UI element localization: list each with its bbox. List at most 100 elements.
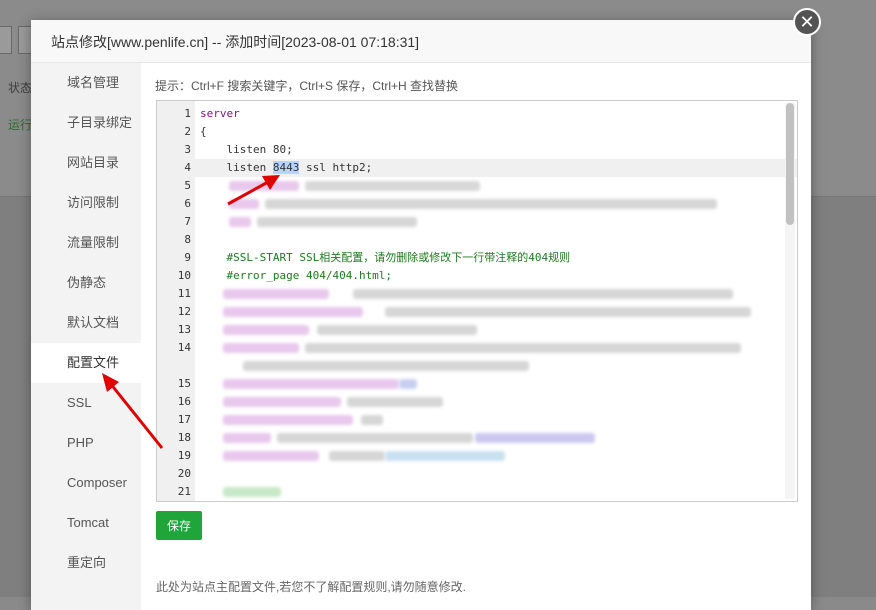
code-line-redacted: 18 [157, 429, 797, 447]
redacted-text [399, 379, 417, 389]
code-text-prefix: listen [200, 161, 273, 174]
line-number: 5 [184, 179, 191, 192]
sidebar-item-access-limit[interactable]: 访问限制 [31, 183, 141, 223]
code-text: server [200, 107, 240, 120]
sidebar-item-traffic-limit[interactable]: 流量限制 [31, 223, 141, 263]
code-text: listen 80; [200, 143, 293, 156]
redacted-text [229, 181, 299, 191]
line-number: 16 [177, 395, 191, 408]
redacted-text [229, 199, 259, 209]
redacted-text [223, 397, 341, 407]
redacted-text [361, 415, 383, 425]
code-line-redacted: 11 [157, 285, 797, 303]
code-text: { [200, 125, 207, 138]
redacted-text [329, 451, 385, 461]
code-line-redacted: 21 [157, 483, 797, 501]
code-comment: #error_page 404/404.html; [200, 269, 393, 282]
modal-header: 站点修改[www.penlife.cn] -- 添加时间[2023-08-01 … [31, 20, 811, 63]
redacted-text [223, 379, 399, 389]
line-number: 11 [177, 287, 191, 300]
line-number: 17 [177, 413, 191, 426]
code-editor[interactable]: 1 server 2 { 3 listen 80; 4 listen 8443 … [156, 100, 798, 502]
code-line: 9 #SSL-START SSL相关配置，请勿删除或修改下一行带注释的404规则 [157, 249, 797, 267]
settings-sidebar: 域名管理 子目录绑定 网站目录 访问限制 流量限制 伪静态 默认文档 配置文件 … [31, 63, 141, 610]
redacted-text [223, 451, 319, 461]
sidebar-item-redirect[interactable]: 重定向 [31, 543, 141, 583]
redacted-text [223, 325, 309, 335]
sidebar-item-config-file[interactable]: 配置文件 [31, 343, 141, 383]
code-text-suffix: ssl http2; [299, 161, 373, 174]
save-button[interactable]: 保存 [156, 511, 202, 540]
redacted-text [257, 217, 417, 227]
line-number: 2 [184, 125, 191, 138]
close-icon[interactable]: ✕ [793, 8, 821, 36]
redacted-text [353, 289, 733, 299]
sidebar-item-subdirectory[interactable]: 子目录绑定 [31, 103, 141, 143]
redacted-text [317, 325, 477, 335]
line-number: 15 [177, 377, 191, 390]
redacted-text [223, 415, 353, 425]
sidebar-item-rewrite[interactable]: 伪静态 [31, 263, 141, 303]
code-line-redacted: 17 [157, 411, 797, 429]
sidebar-item-domain[interactable]: 域名管理 [31, 63, 141, 103]
code-line-redacted: 19 [157, 447, 797, 465]
line-number: 3 [184, 143, 191, 156]
line-number: 13 [177, 323, 191, 336]
config-warning-note: 此处为站点主配置文件,若您不了解配置规则,请勿随意修改. [156, 580, 467, 594]
line-number: 10 [177, 269, 191, 282]
line-number: 14 [177, 341, 191, 354]
sidebar-item-ssl[interactable]: SSL [31, 383, 141, 423]
code-line: 2 { [157, 123, 797, 141]
redacted-text [305, 181, 480, 191]
background-status-header: 状态 [8, 81, 33, 95]
code-line-redacted: 5 [157, 177, 797, 195]
code-line: 1 server [157, 105, 797, 123]
code-text: listen 8443 ssl http2; [200, 159, 372, 177]
redacted-text [265, 199, 717, 209]
redacted-text [223, 487, 281, 497]
sidebar-item-composer[interactable]: Composer [31, 463, 141, 503]
sidebar-item-site-directory[interactable]: 网站目录 [31, 143, 141, 183]
code-line: 10 #error_page 404/404.html; [157, 267, 797, 285]
redacted-text [277, 433, 473, 443]
redacted-text [229, 217, 251, 227]
redacted-text [223, 433, 271, 443]
editor-scroll-thumb[interactable] [786, 103, 794, 225]
code-line-redacted: 14 [157, 339, 797, 357]
redacted-text [223, 307, 363, 317]
code-line-redacted: 7 [157, 213, 797, 231]
code-line-redacted: 6 [157, 195, 797, 213]
line-number: 21 [177, 485, 191, 498]
redacted-text [385, 451, 505, 461]
modal-title: 站点修改[www.penlife.cn] -- 添加时间[2023-08-01 … [51, 34, 420, 50]
background-running-status: 运行 [8, 118, 33, 132]
background-button [0, 26, 12, 54]
code-line: 20 [157, 465, 797, 483]
code-line: 3 listen 80; [157, 141, 797, 159]
code-line-redacted [157, 357, 797, 375]
line-number: 8 [184, 233, 191, 246]
code-lines: 1 server 2 { 3 listen 80; 4 listen 8443 … [157, 105, 797, 501]
redacted-text [347, 397, 443, 407]
line-number: 12 [177, 305, 191, 318]
redacted-text [475, 433, 595, 443]
sidebar-item-php[interactable]: PHP [31, 423, 141, 463]
code-line-redacted: 13 [157, 321, 797, 339]
sidebar-item-tomcat[interactable]: Tomcat [31, 503, 141, 543]
code-line: 8 [157, 231, 797, 249]
redacted-text [243, 361, 529, 371]
code-line-redacted: 15 [157, 375, 797, 393]
line-number: 6 [184, 197, 191, 210]
code-line-redacted: 12 [157, 303, 797, 321]
sidebar-item-default-document[interactable]: 默认文档 [31, 303, 141, 343]
site-edit-modal: 站点修改[www.penlife.cn] -- 添加时间[2023-08-01 … [31, 20, 811, 610]
redacted-text [223, 289, 329, 299]
line-number: 18 [177, 431, 191, 444]
code-line-highlighted: 4 listen 8443 ssl http2; [157, 159, 797, 177]
selected-port-text: 8443 [272, 161, 300, 174]
line-number: 9 [184, 251, 191, 264]
line-number: 20 [177, 467, 191, 480]
code-line-redacted: 16 [157, 393, 797, 411]
redacted-text [385, 307, 751, 317]
line-number: 19 [177, 449, 191, 462]
